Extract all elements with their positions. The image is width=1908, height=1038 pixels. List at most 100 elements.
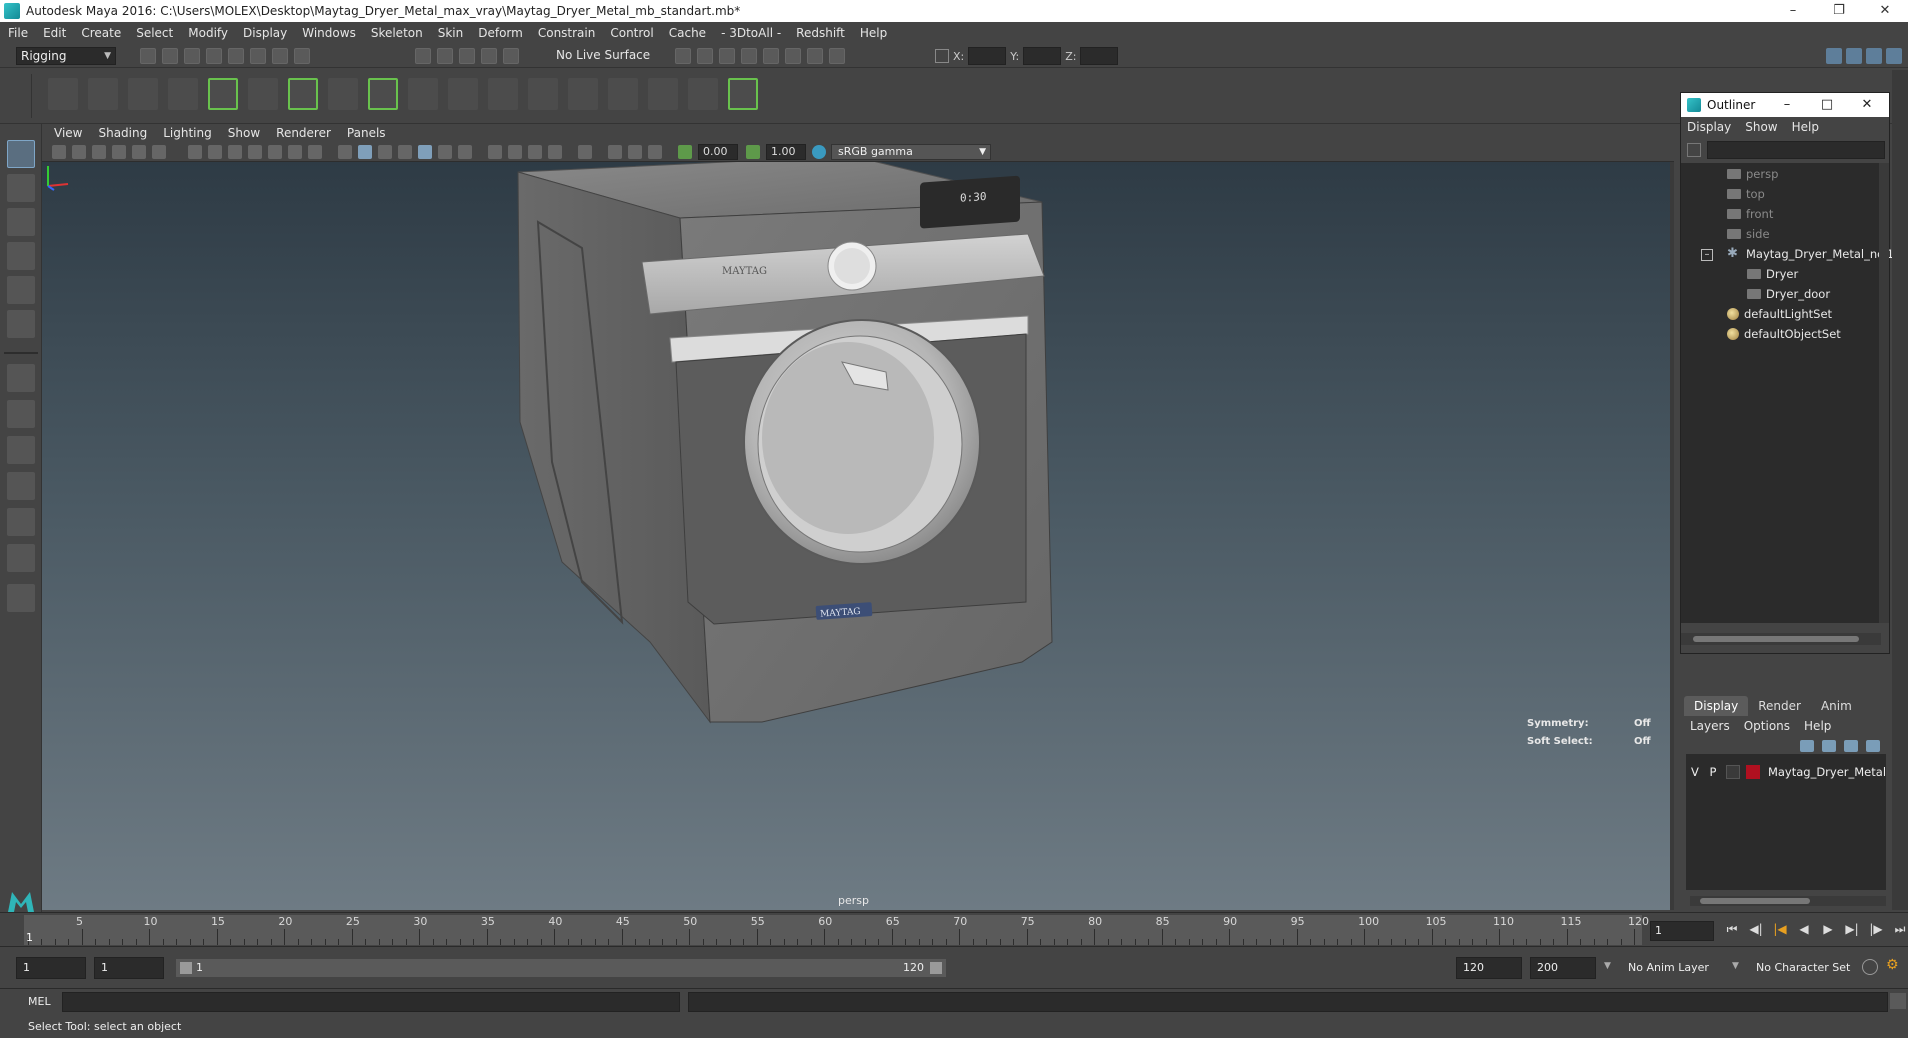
use-all-lights-icon[interactable]	[438, 145, 452, 159]
playback-start-field[interactable]: 1	[94, 957, 164, 979]
menu-3dtoall[interactable]: - 3DtoAll -	[721, 26, 781, 40]
lasso-tool-icon[interactable]	[7, 174, 35, 202]
joint-tool-icon[interactable]	[48, 78, 78, 110]
layer-color-swatch[interactable]	[1745, 765, 1760, 779]
soft-mod-icon[interactable]	[368, 78, 398, 110]
select-object-icon[interactable]	[272, 48, 288, 64]
snap-point-icon[interactable]	[459, 48, 475, 64]
layer-menu-layers[interactable]: Layers	[1690, 719, 1730, 733]
ik-handle-icon[interactable]	[88, 78, 118, 110]
layout-options-icon[interactable]	[7, 584, 35, 612]
textured-icon[interactable]	[418, 145, 432, 159]
tab-render[interactable]: Render	[1748, 696, 1811, 716]
move-layer-up-icon[interactable]	[1800, 740, 1814, 752]
outliner-search-input[interactable]	[1707, 141, 1885, 159]
default-material-icon[interactable]	[378, 145, 392, 159]
shadows-icon[interactable]	[458, 145, 472, 159]
orient-joint-icon[interactable]	[208, 78, 238, 110]
paint-weights-icon[interactable]	[448, 78, 478, 110]
z-field[interactable]	[1080, 47, 1119, 65]
depth-of-field-icon[interactable]	[548, 145, 562, 159]
image-plane-icon[interactable]	[112, 145, 126, 159]
channel-box-icon[interactable]	[1846, 48, 1862, 64]
wireframe-on-shaded-icon[interactable]	[398, 145, 412, 159]
persp-uv-icon[interactable]	[7, 544, 35, 572]
menu-help[interactable]: Help	[860, 26, 887, 40]
outliner-menu-help[interactable]: Help	[1792, 120, 1819, 134]
pole-vector-icon[interactable]	[648, 78, 678, 110]
play-forwards-icon[interactable]: ▶	[1820, 921, 1836, 937]
safe-title-icon[interactable]	[308, 145, 322, 159]
outliner-menu-display[interactable]: Display	[1687, 120, 1731, 134]
menu-redshift[interactable]: Redshift	[796, 26, 845, 40]
paint-select-icon[interactable]	[7, 208, 35, 236]
list-item[interactable]: Dryer	[1747, 265, 1798, 283]
render-settings-icon[interactable]	[807, 48, 823, 64]
layer-row[interactable]: V P Maytag_Dryer_Metal	[1686, 762, 1886, 782]
color-management-icon[interactable]	[812, 145, 826, 159]
range-end-handle[interactable]	[930, 962, 942, 974]
menu-control[interactable]: Control	[610, 26, 653, 40]
aim-constraint-icon[interactable]	[528, 78, 558, 110]
list-item[interactable]: persp	[1727, 165, 1778, 183]
script-editor-icon[interactable]	[1890, 993, 1906, 1009]
go-to-start-icon[interactable]: ⏮	[1724, 921, 1740, 937]
list-item[interactable]: defaultLightSet	[1727, 305, 1832, 323]
layer-menu-help[interactable]: Help	[1804, 719, 1831, 733]
menu-create[interactable]: Create	[81, 26, 121, 40]
menu-modify[interactable]: Modify	[188, 26, 228, 40]
bookmark-icon[interactable]	[92, 145, 106, 159]
auto-key-icon[interactable]	[1862, 959, 1878, 975]
smooth-shade-icon[interactable]	[358, 145, 372, 159]
screen-space-ao-icon[interactable]	[488, 145, 502, 159]
move-tool-icon[interactable]	[7, 242, 35, 270]
menu-edit[interactable]: Edit	[43, 26, 66, 40]
preferences-icon[interactable]: ⚙	[1886, 957, 1899, 973]
motion-blur-icon[interactable]	[508, 145, 522, 159]
isolate-select-icon[interactable]	[578, 145, 592, 159]
grid-icon[interactable]	[188, 145, 202, 159]
step-back-icon[interactable]: ◀|	[1748, 921, 1764, 937]
xray-joints-icon[interactable]	[648, 145, 662, 159]
transform-mode-icon[interactable]	[935, 49, 949, 63]
locator-icon[interactable]	[688, 78, 718, 110]
gamma-icon[interactable]	[746, 145, 760, 159]
save-scene-icon[interactable]	[184, 48, 200, 64]
undo-icon[interactable]	[206, 48, 222, 64]
list-item[interactable]: Dryer_door	[1747, 285, 1830, 303]
gate-mask-icon[interactable]	[248, 145, 262, 159]
parent-constraint-icon[interactable]	[608, 78, 638, 110]
vp-menu-lighting[interactable]: Lighting	[163, 126, 212, 140]
new-layer-icon[interactable]	[1844, 740, 1858, 752]
live-surface-label[interactable]: No Live Surface	[556, 48, 650, 62]
chevron-down-icon[interactable]: ▼	[1604, 961, 1611, 971]
current-frame-field[interactable]: 1	[1650, 921, 1714, 941]
animation-start-field[interactable]: 1	[16, 957, 86, 979]
script-language-label[interactable]: MEL	[28, 995, 51, 1008]
vp-menu-show[interactable]: Show	[228, 126, 260, 140]
menu-set-dropdown[interactable]: Rigging ▼	[16, 47, 116, 65]
persp-graph-icon[interactable]	[7, 472, 35, 500]
attribute-editor-strip[interactable]	[1892, 70, 1908, 910]
animation-end-field[interactable]: 200	[1530, 957, 1596, 979]
playback-end-field[interactable]: 120	[1456, 957, 1522, 979]
view-transform-dropdown[interactable]: sRGB gamma ▼	[831, 144, 991, 160]
filter-icon[interactable]	[1687, 143, 1701, 157]
input-ops-icon[interactable]	[675, 48, 691, 64]
list-item[interactable]: top	[1727, 185, 1765, 203]
resolution-gate-icon[interactable]	[228, 145, 242, 159]
menu-file[interactable]: File	[8, 26, 28, 40]
gamma-field[interactable]: 1.00	[766, 144, 806, 160]
xray-icon[interactable]	[608, 145, 622, 159]
outliner-menu-show[interactable]: Show	[1745, 120, 1777, 134]
close-button[interactable]: ✕	[1862, 0, 1908, 22]
select-hierarchy-icon[interactable]	[250, 48, 266, 64]
shelf-grip[interactable]	[18, 74, 32, 118]
camera-select-icon[interactable]	[52, 145, 66, 159]
viewport-persp[interactable]: MAYTAG 0:30 MAYTAG persp Symmetry: Off S…	[42, 162, 1674, 910]
outliner-maximize-button[interactable]: □	[1807, 93, 1847, 117]
handle-icon[interactable]	[728, 78, 758, 110]
film-gate-icon[interactable]	[208, 145, 222, 159]
tab-display[interactable]: Display	[1684, 696, 1749, 716]
modeling-toolkit-icon[interactable]	[1826, 48, 1842, 64]
